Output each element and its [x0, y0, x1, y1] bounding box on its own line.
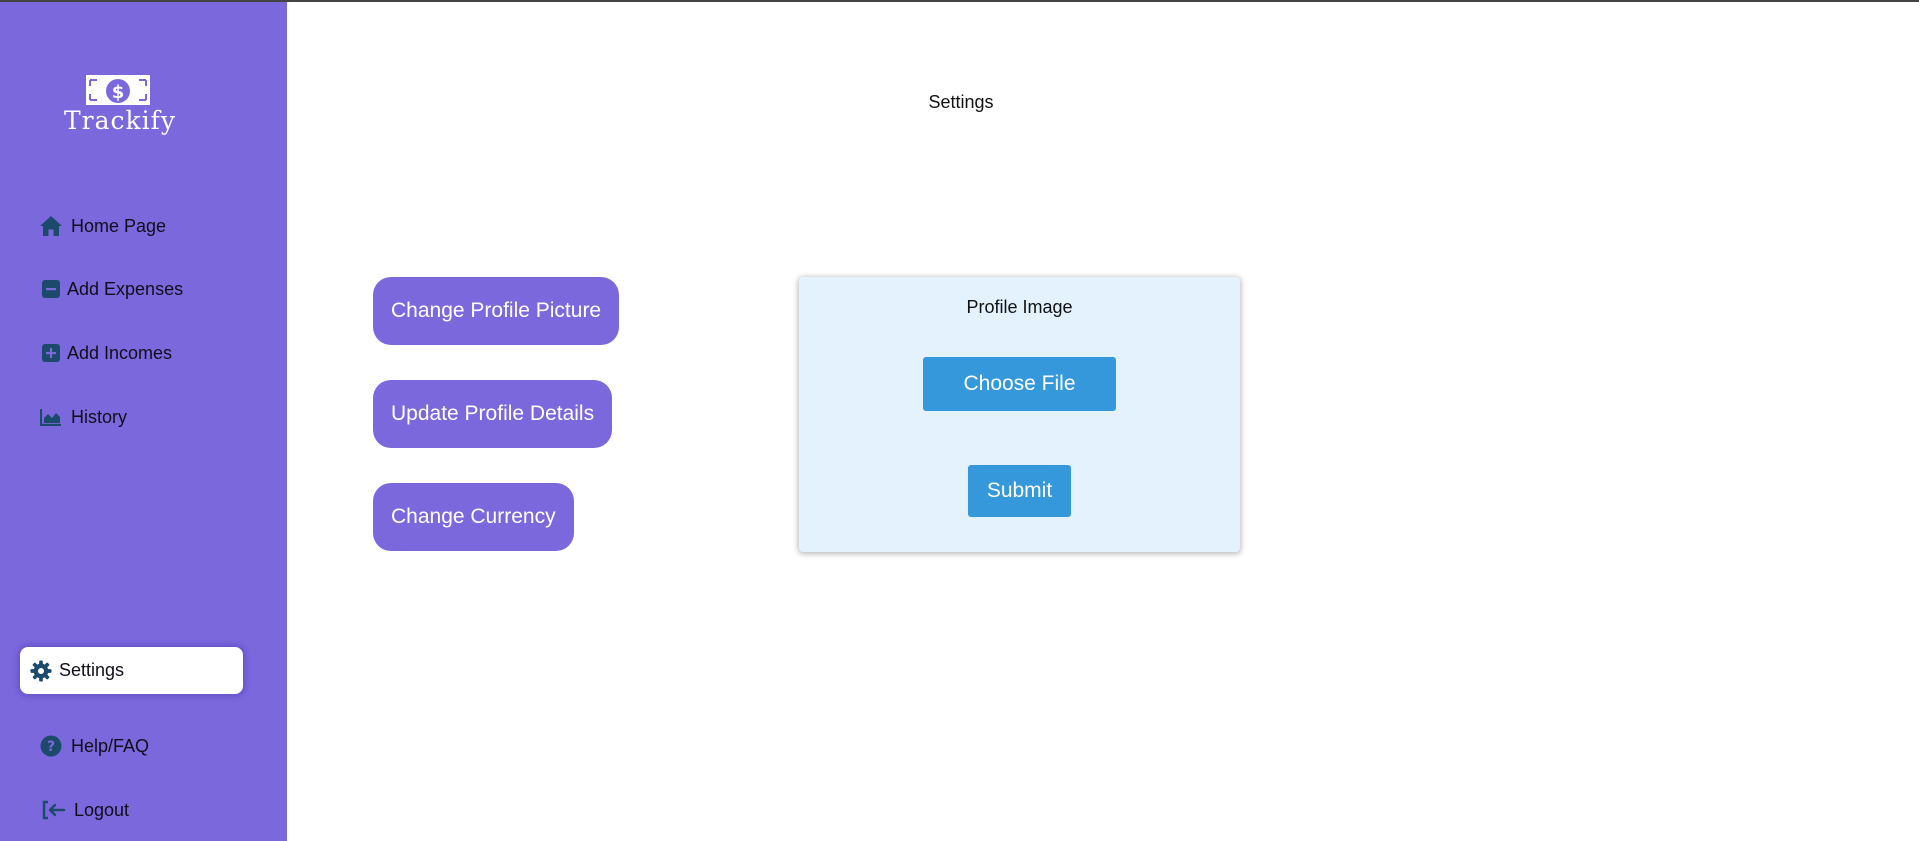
- svg-text:$: $: [112, 82, 125, 103]
- sidebar: $ Trackify Home Page Add Expenses Add In…: [0, 2, 287, 841]
- sidebar-item-label: History: [71, 406, 128, 427]
- gear-icon: [29, 659, 53, 683]
- svg-text:?: ?: [47, 739, 55, 755]
- dollar-bill-icon: $: [86, 75, 150, 105]
- page-title: Settings: [928, 92, 994, 112]
- minus-square-icon: [39, 277, 63, 301]
- sidebar-item-add-expenses[interactable]: Add Expenses: [39, 274, 183, 304]
- app-brand-name: Trackify: [64, 106, 177, 135]
- sidebar-item-label: Home Page: [71, 215, 167, 236]
- window-top-border: [0, 0, 1919, 2]
- submit-button[interactable]: Submit: [968, 465, 1071, 517]
- change-profile-picture-button[interactable]: Change Profile Picture: [373, 277, 620, 345]
- app-logo[interactable]: $ Trackify: [64, 75, 177, 135]
- sidebar-item-help-faq[interactable]: ? Help/FAQ: [39, 731, 149, 761]
- update-profile-details-button[interactable]: Update Profile Details: [373, 380, 613, 448]
- card-title: Profile Image: [966, 297, 1073, 317]
- home-icon: [39, 214, 63, 238]
- choose-file-button[interactable]: Choose File: [923, 357, 1116, 411]
- sidebar-item-settings[interactable]: Settings: [20, 647, 243, 694]
- profile-image-card: Profile Image Choose File Submit: [799, 277, 1240, 552]
- area-chart-icon: [39, 405, 63, 429]
- change-currency-button[interactable]: Change Currency: [373, 483, 574, 551]
- sidebar-item-home-page[interactable]: Home Page: [39, 211, 166, 241]
- sidebar-item-logout[interactable]: Logout: [39, 795, 129, 825]
- plus-square-icon: [39, 341, 63, 365]
- sidebar-item-label: Logout: [74, 799, 130, 820]
- sidebar-item-label: Settings: [59, 660, 125, 680]
- sidebar-item-history[interactable]: History: [39, 402, 127, 432]
- sidebar-item-label: Add Incomes: [67, 342, 173, 363]
- logout-icon: [42, 798, 66, 822]
- question-circle-icon: ?: [39, 734, 63, 758]
- sidebar-item-label: Add Expenses: [67, 278, 184, 299]
- sidebar-item-label: Help/FAQ: [71, 735, 150, 756]
- sidebar-item-add-incomes[interactable]: Add Incomes: [39, 338, 172, 368]
